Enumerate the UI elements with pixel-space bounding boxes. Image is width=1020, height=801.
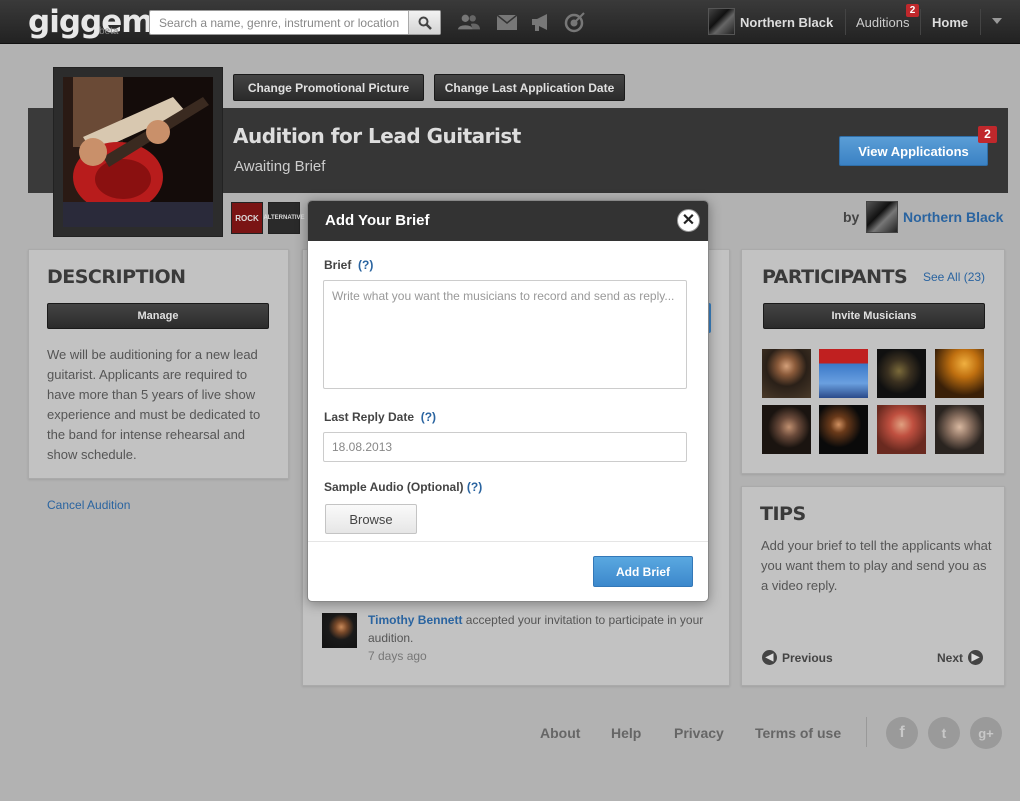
announcements-icon[interactable] (530, 11, 552, 33)
user-name-link[interactable]: Northern Black (740, 15, 833, 30)
footer-help-link[interactable]: Help (611, 725, 641, 741)
last-reply-date-label: Last Reply Date (?) (324, 410, 436, 424)
last-reply-date-input[interactable] (323, 432, 687, 462)
owner-name-link[interactable]: Northern Black (903, 209, 1003, 225)
search-button[interactable] (408, 11, 440, 34)
description-title: DESCRIPTION (47, 266, 186, 288)
footer-privacy-link[interactable]: Privacy (674, 725, 724, 741)
next-tip-button[interactable]: Next ▶ (937, 650, 984, 665)
owner-avatar[interactable] (866, 201, 898, 233)
cancel-audition-link[interactable]: Cancel Audition (47, 498, 130, 512)
manage-button[interactable]: Manage (47, 303, 269, 329)
participant-thumbnail[interactable] (819, 405, 868, 454)
genre-tag-alternative[interactable]: ALTERNATIVE (263, 202, 305, 234)
participant-thumbnail[interactable] (877, 405, 926, 454)
home-nav-link[interactable]: Home (932, 15, 968, 30)
participant-thumbnail[interactable] (762, 349, 811, 398)
see-all-participants-link[interactable]: See All (23) (923, 270, 985, 284)
participants-title: PARTICIPANTS (762, 266, 908, 288)
messages-icon[interactable] (496, 11, 518, 33)
brief-textarea[interactable] (323, 280, 687, 389)
footer-terms-link[interactable]: Terms of use (755, 725, 841, 741)
giggem-logo[interactable]: giggem (28, 4, 154, 40)
view-applications-button[interactable]: View Applications (839, 136, 988, 166)
auditions-nav-link[interactable]: Auditions (856, 15, 909, 30)
change-promotional-picture-button[interactable]: Change Promotional Picture (233, 74, 424, 101)
brief-label: Brief (?) (324, 258, 373, 272)
by-label: by (843, 209, 860, 225)
arrow-left-icon: ◀ (762, 650, 777, 665)
add-brief-button[interactable]: Add Brief (593, 556, 693, 587)
promo-guitar-photo (63, 77, 213, 227)
activity-user-link[interactable]: Timothy Bennett (368, 613, 462, 627)
tips-title: TIPS (760, 503, 806, 525)
participant-thumbnail[interactable] (935, 405, 984, 454)
modal-title: Add Your Brief (325, 212, 430, 229)
audition-status: Awaiting Brief (234, 158, 326, 175)
sample-audio-label: Sample Audio (Optional) (?) (324, 480, 482, 494)
add-brief-modal: Add Your Brief ✕ Brief (?) Last Reply Da… (307, 200, 709, 602)
participant-thumbnail[interactable] (877, 349, 926, 398)
change-last-application-date-button[interactable]: Change Last Application Date (434, 74, 625, 101)
twitter-icon[interactable]: t (928, 717, 960, 749)
nav-divider (920, 9, 921, 35)
genre-tag-rock[interactable]: ROCK (231, 202, 263, 234)
top-navigation-bar: giggem beta Northern Black Auditions 2 H… (0, 0, 1020, 44)
participant-thumbnail[interactable] (819, 349, 868, 398)
date-help-icon[interactable]: (?) (421, 410, 436, 424)
search-input[interactable] (150, 11, 410, 34)
activity-entry: Timothy Bennett accepted your invitation… (368, 611, 713, 647)
google-plus-icon[interactable]: g+ (970, 717, 1002, 749)
description-text: We will be auditioning for a new lead gu… (47, 347, 261, 462)
modal-divider (308, 541, 708, 542)
audio-help-icon[interactable]: (?) (467, 480, 482, 494)
auditions-count-badge: 2 (906, 4, 919, 17)
previous-label: Previous (782, 650, 833, 665)
musicians-icon[interactable] (458, 11, 480, 33)
tips-text: Add your brief to tell the applicants wh… (761, 538, 992, 593)
date-label-text: Last Reply Date (324, 410, 415, 424)
arrow-right-icon: ▶ (968, 650, 984, 665)
audio-label-text: Sample Audio (Optional) (324, 480, 464, 494)
footer-about-link[interactable]: About (540, 725, 580, 741)
facebook-icon[interactable]: f (886, 717, 918, 749)
audition-title: Audition for Lead Guitarist (233, 124, 521, 148)
brief-help-icon[interactable]: (?) (358, 258, 373, 272)
applications-count-badge: 2 (978, 126, 997, 143)
activity-avatar[interactable] (322, 613, 357, 648)
user-avatar[interactable] (708, 8, 735, 35)
search-icon (418, 16, 432, 30)
logo-beta-tag: beta (99, 26, 119, 37)
brief-label-text: Brief (324, 258, 352, 272)
activity-timestamp: 7 days ago (368, 649, 427, 663)
dropdown-chevron-icon[interactable] (988, 12, 1006, 30)
nav-divider (980, 9, 981, 35)
browse-audio-button[interactable]: Browse (325, 504, 417, 534)
previous-tip-button[interactable]: ◀ Previous (762, 650, 833, 665)
auditions-target-icon[interactable] (564, 11, 586, 33)
footer-divider (866, 717, 867, 747)
close-icon[interactable]: ✕ (677, 209, 700, 232)
participant-thumbnail[interactable] (935, 349, 984, 398)
next-label: Next (937, 650, 964, 665)
search-box (149, 10, 441, 35)
modal-header: Add Your Brief ✕ (308, 201, 708, 241)
participant-thumbnail[interactable] (762, 405, 811, 454)
invite-musicians-button[interactable]: Invite Musicians (763, 303, 985, 329)
nav-divider (845, 9, 846, 35)
